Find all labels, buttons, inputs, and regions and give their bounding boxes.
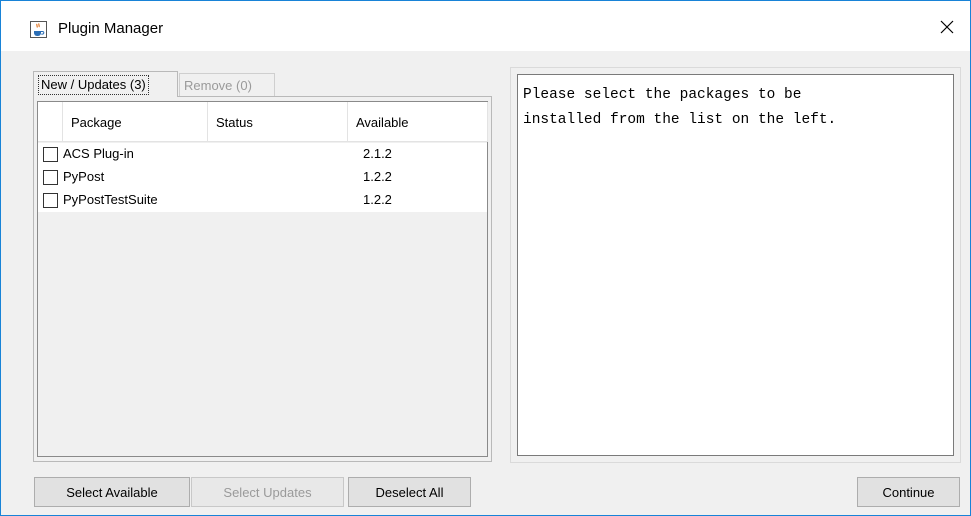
tab-panel-new-updates: Package Status Available ACS Plug-in 2.1… <box>33 96 492 462</box>
window-title: Plugin Manager <box>58 20 164 37</box>
cell-package: PyPostTestSuite <box>63 192 158 207</box>
packages-table[interactable]: Package Status Available ACS Plug-in 2.1… <box>37 101 488 457</box>
java-coffee-cup-icon <box>30 21 47 38</box>
tab-remove[interactable]: Remove (0) <box>179 73 275 97</box>
table-row[interactable]: PyPostTestSuite 1.2.2 <box>38 189 487 212</box>
table-row[interactable]: ACS Plug-in 2.1.2 <box>38 143 487 166</box>
plugin-manager-window: Plugin Manager New / Updates (3) Remove … <box>0 0 971 516</box>
info-panel: Please select the packages to be install… <box>510 67 961 463</box>
column-header-status-label: Status <box>216 114 253 130</box>
cell-available: 1.2.2 <box>363 192 392 207</box>
table-row[interactable]: PyPost 1.2.2 <box>38 166 487 189</box>
column-header-status[interactable]: Status <box>208 102 348 142</box>
tab-new-updates-label: New / Updates (3) <box>38 74 149 95</box>
info-text-area[interactable]: Please select the packages to be install… <box>517 74 954 456</box>
row-checkbox[interactable] <box>43 193 58 208</box>
row-checkbox[interactable] <box>43 147 58 162</box>
column-header-package-label: Package <box>71 114 122 130</box>
continue-button[interactable]: Continue <box>857 477 960 507</box>
close-icon <box>940 20 954 34</box>
select-available-button[interactable]: Select Available <box>34 477 190 507</box>
column-header-select[interactable] <box>38 102 63 142</box>
deselect-all-button[interactable]: Deselect All <box>348 477 471 507</box>
column-header-available[interactable]: Available <box>348 102 488 142</box>
tab-new-updates[interactable]: New / Updates (3) <box>33 71 178 97</box>
column-header-available-label: Available <box>356 114 409 130</box>
title-bar: Plugin Manager <box>1 1 970 51</box>
cell-available: 1.2.2 <box>363 169 392 184</box>
cell-available: 2.1.2 <box>363 146 392 161</box>
column-header-package[interactable]: Package <box>63 102 208 142</box>
tab-remove-label: Remove (0) <box>184 78 252 93</box>
close-button[interactable] <box>924 9 970 45</box>
table-header: Package Status Available <box>38 102 488 142</box>
row-checkbox[interactable] <box>43 170 58 185</box>
cell-package: ACS Plug-in <box>63 146 134 161</box>
select-updates-button: Select Updates <box>191 477 344 507</box>
cell-package: PyPost <box>63 169 105 184</box>
table-body: ACS Plug-in 2.1.2 PyPost 1.2.2 PyPostTes… <box>38 143 487 212</box>
